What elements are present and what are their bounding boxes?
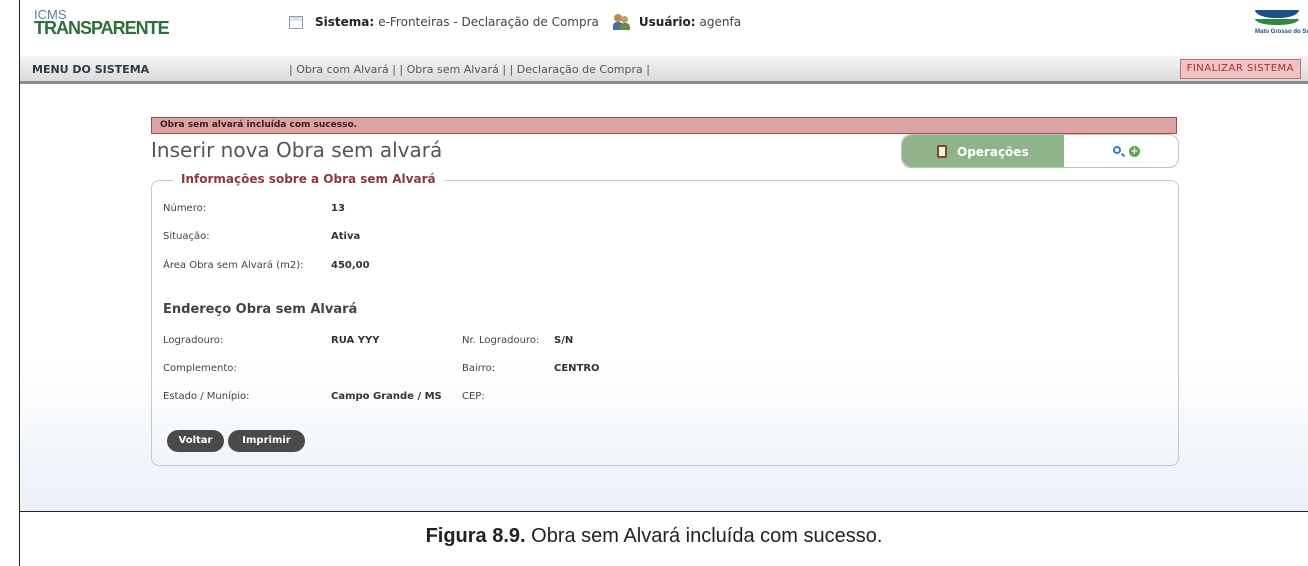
bairro-value: CENTRO bbox=[554, 363, 600, 374]
numero-label: Número: bbox=[163, 203, 207, 214]
situacao-label: Situação: bbox=[163, 231, 210, 242]
search-icon[interactable] bbox=[1113, 146, 1121, 154]
menu-link-declaracao-compra[interactable]: Declaração de Compra bbox=[517, 63, 643, 76]
info-panel: Informações sobre a Obra sem Alvará Núme… bbox=[151, 172, 1179, 466]
app-window: ICMS TRANSPARENTE Sistema: e-Fronteiras … bbox=[19, 0, 1308, 512]
top-bar: ICMS TRANSPARENTE Sistema: e-Fronteiras … bbox=[20, 0, 1308, 46]
menu-links: | Obra com Alvará | | Obra sem Alvará | … bbox=[289, 63, 650, 76]
success-message: Obra sem alvará incluída com sucesso. bbox=[151, 117, 1177, 134]
figure-caption: Figura 8.9. Obra sem Alvará incluída com… bbox=[0, 525, 1308, 548]
logradouro-value: RUA YYY bbox=[331, 335, 380, 346]
caption-figure: Figura 8.9. bbox=[425, 525, 526, 547]
add-icon[interactable]: + bbox=[1129, 146, 1140, 157]
logo-line2: TRANSPARENTE bbox=[34, 18, 170, 38]
nr-logradouro-value: S/N bbox=[554, 335, 574, 346]
panel-legend: Informações sobre a Obra sem Alvará bbox=[173, 172, 444, 186]
cep-label: CEP: bbox=[462, 391, 485, 402]
icms-logo: ICMS TRANSPARENTE bbox=[34, 8, 170, 38]
state-logo: Mato Grosso do Sul bbox=[1255, 8, 1308, 40]
system-info: Sistema: e-Fronteiras - Declaração de Co… bbox=[289, 14, 741, 30]
user-label: Usuário: bbox=[638, 15, 696, 29]
area-label: Área Obra sem Alvará (m2): bbox=[163, 260, 304, 271]
caption-text: Obra sem Alvará incluída com sucesso. bbox=[531, 525, 883, 547]
menu-link-obra-com-alvara[interactable]: Obra com Alvará bbox=[296, 63, 389, 76]
user-value: agenfa bbox=[699, 15, 742, 29]
users-icon bbox=[612, 14, 631, 30]
window-icon bbox=[289, 15, 303, 29]
operations-bar: Operações + bbox=[901, 134, 1179, 168]
numero-value: 13 bbox=[331, 203, 345, 214]
voltar-button[interactable]: Voltar bbox=[167, 430, 224, 452]
bairro-label: Bairro: bbox=[462, 363, 496, 374]
address-heading: Endereço Obra sem Alvará bbox=[163, 302, 358, 317]
menu-link-obra-sem-alvara[interactable]: Obra sem Alvará bbox=[407, 63, 499, 76]
estado-label: Estado / Munípio: bbox=[163, 391, 250, 402]
imprimir-button[interactable]: Imprimir bbox=[228, 430, 305, 452]
page-title: Inserir nova Obra sem alvará bbox=[151, 138, 443, 162]
finalizar-sistema-button[interactable]: FINALIZAR SISTEMA bbox=[1179, 59, 1301, 79]
system-label: Sistema: bbox=[315, 15, 375, 29]
menu-bar: MENU DO SISTEMA | Obra com Alvará | | Ob… bbox=[20, 56, 1308, 84]
logradouro-label: Logradouro: bbox=[163, 335, 224, 346]
operations-label: Operações bbox=[957, 145, 1029, 159]
operations-tab[interactable]: Operações bbox=[902, 135, 1064, 167]
area-value: 450,00 bbox=[331, 260, 370, 271]
situacao-value: Ativa bbox=[331, 231, 361, 242]
system-value: e-Fronteiras - Declaração de Compra bbox=[378, 15, 599, 29]
estado-value: Campo Grande / MS bbox=[331, 391, 442, 402]
clipboard-icon bbox=[937, 145, 947, 158]
menu-title: MENU DO SISTEMA bbox=[32, 63, 150, 76]
complemento-label: Complemento: bbox=[163, 363, 237, 374]
nr-logradouro-label: Nr. Logradouro: bbox=[462, 335, 540, 346]
